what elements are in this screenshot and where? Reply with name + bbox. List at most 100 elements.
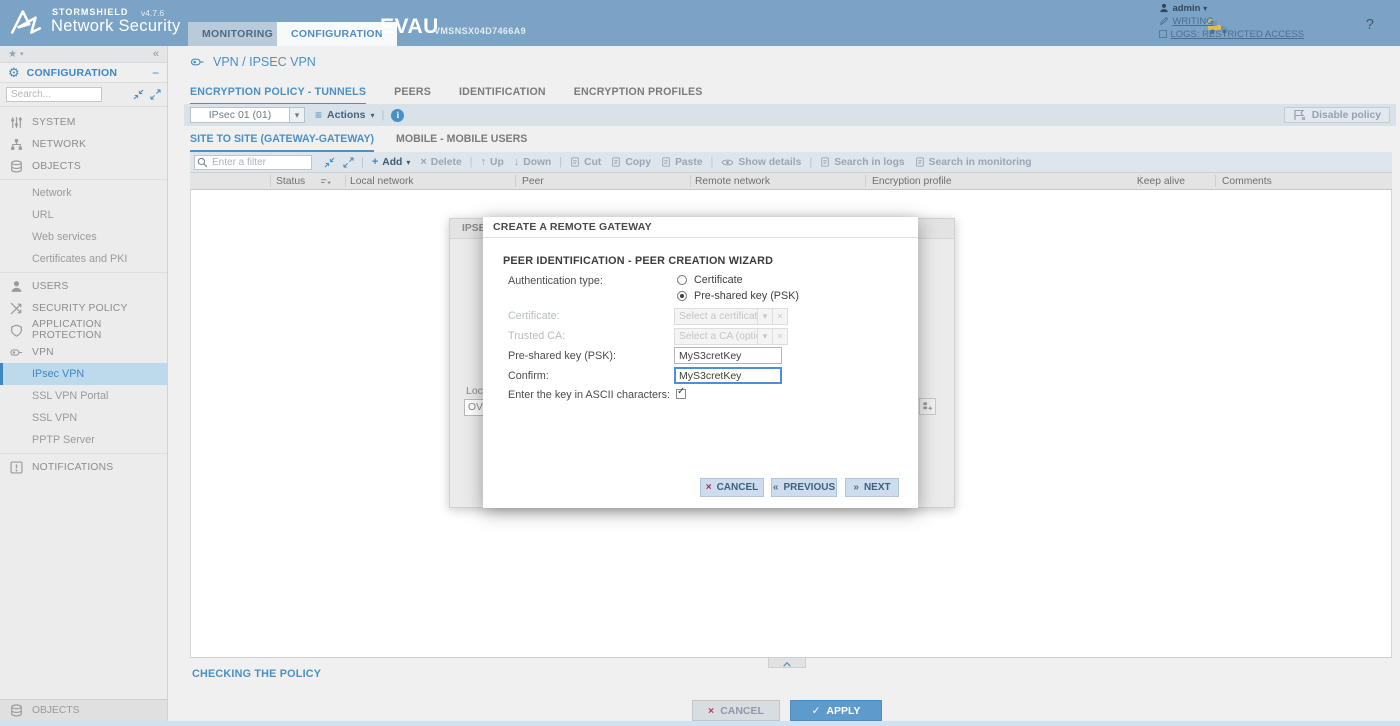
tab-identification[interactable]: IDENTIFICATION [459,86,546,105]
tab-peers[interactable]: PEERS [394,86,431,105]
radio-checked-icon[interactable] [677,291,687,301]
divider: | [470,156,473,168]
policy-selector[interactable]: IPsec 01 (01) [190,107,290,123]
info-icon[interactable]: i [391,109,404,122]
module-tabs: ENCRYPTION POLICY - TUNNELS PEERS IDENTI… [190,86,703,105]
clear-icon[interactable]: × [773,328,788,345]
col-encryption-profile[interactable]: Encryption profile [872,176,952,187]
modal-next-button[interactable]: »NEXT [845,478,899,497]
tab-site-to-site[interactable]: SITE TO SITE (GATEWAY-GATEWAY) [190,133,374,152]
cut-icon [570,157,580,167]
radio-certificate[interactable]: Certificate [677,274,743,286]
checking-policy-section[interactable]: CHECKING THE POLICY [192,668,321,680]
sidebar-item-objects[interactable]: OBJECTS [0,155,167,177]
trusted-ca-select-value[interactable]: Select a CA (optiona [674,328,758,345]
move-down-button[interactable]: ↓Down [514,156,552,168]
eye-icon [721,158,734,167]
confirm-psk-input[interactable] [674,367,782,384]
radio-pre-shared-key[interactable]: Pre-shared key (PSK) [677,290,799,302]
col-peer[interactable]: Peer [522,176,544,187]
collapse-all-icon[interactable] [133,89,144,100]
tab-configuration[interactable]: CONFIGURATION [277,22,397,46]
chevron-down-icon[interactable]: ▾ [20,50,24,58]
sidebar-item-ssl-vpn[interactable]: SSL VPN [0,407,167,429]
panel-collapse-handle[interactable] [768,658,806,668]
sidebar-item-objects-network[interactable]: Network [0,182,167,204]
sidebar-item-certificates-pki[interactable]: Certificates and PKI [0,248,167,270]
sidebar-item-web-services[interactable]: Web services [0,226,167,248]
certificate-select-value[interactable]: Select a certificate [674,308,758,325]
trusted-ca-label: Trusted CA: [508,330,565,342]
tab-encryption-policy-tunnels[interactable]: ENCRYPTION POLICY - TUNNELS [190,86,366,105]
local-network-value-fragment[interactable]: OVH [464,399,485,416]
col-local-network[interactable]: Local network [350,176,414,187]
actions-menu-button[interactable]: ≡ Actions ▾ [315,108,375,122]
expand-all-icon[interactable] [150,89,161,100]
col-remote-network[interactable]: Remote network [695,176,770,187]
collapse-section-icon[interactable]: − [152,66,159,80]
sidebar-item-url[interactable]: URL [0,204,167,226]
show-details-button[interactable]: Show details [721,157,801,168]
chevron-down-icon[interactable]: ▾ [758,308,773,325]
col-keep-alive[interactable]: Keep alive [1090,176,1185,187]
collapse-sidebar-button[interactable]: « [153,48,159,60]
clear-icon[interactable]: × [773,308,788,325]
sidebar-item-pptp-server[interactable]: PPTP Server [0,429,167,451]
col-status[interactable]: Status [276,176,305,187]
tab-mobile-users[interactable]: MOBILE - MOBILE USERS [396,133,527,152]
logs-access-link[interactable]: LOGS: RESTRICTED ACCESS [1170,29,1304,40]
sort-icon[interactable] [320,178,331,187]
collapse-rows-icon[interactable] [324,157,335,168]
object-picker-button[interactable] [919,398,936,415]
modal-previous-button[interactable]: «PREVIOUS [771,478,837,497]
objects-bottom-bar[interactable]: OBJECTS [0,699,167,721]
sidebar-search-input[interactable] [6,87,102,102]
policy-selector-caret[interactable]: ▾ [290,107,305,123]
cut-button[interactable]: Cut [570,157,601,168]
database-icon [10,160,23,173]
search-in-logs-button[interactable]: Search in logs [820,157,904,168]
divider: | [559,156,562,168]
add-button[interactable]: +Add▾ [372,156,410,168]
sidebar-item-system[interactable]: SYSTEM [0,111,167,133]
tab-encryption-profiles[interactable]: ENCRYPTION PROFILES [574,86,703,105]
appliance-name: EVAU [380,15,439,39]
search-in-monitoring-button[interactable]: Search in monitoring [915,157,1032,168]
sidebar-item-ssl-vpn-portal[interactable]: SSL VPN Portal [0,385,167,407]
copy-button[interactable]: Copy [611,157,651,168]
sidebar-item-ipsec-vpn[interactable]: IPsec VPN [0,363,167,385]
radio-icon[interactable] [677,275,687,285]
sidebar-item-security-policy[interactable]: SECURITY POLICY [0,297,167,319]
expand-rows-icon[interactable] [343,157,354,168]
apply-button[interactable]: ✓APPLY [790,700,882,721]
star-icon[interactable]: ★ [8,49,17,60]
chevron-down-icon: ▾ [371,111,375,120]
paste-button[interactable]: Paste [661,157,702,168]
chevron-down-icon[interactable]: ▾ [1203,4,1207,13]
sidebar-item-vpn[interactable]: VPN [0,341,167,363]
move-up-button[interactable]: ↑Up [481,156,504,168]
favorites-bar: ★ ▾ « [0,46,167,63]
modal-cancel-button[interactable]: ×CANCEL [700,478,764,497]
disable-policy-button[interactable]: Disable policy [1284,107,1390,123]
page-title: VPN / IPSEC VPN [213,55,316,69]
chevron-down-icon[interactable]: ▾ [758,328,773,345]
checkbox-icon [1159,30,1167,38]
sidebar-item-notifications[interactable]: NOTIFICATIONS [0,456,167,478]
col-comments[interactable]: Comments [1222,176,1272,187]
delete-button[interactable]: ×Delete [420,156,461,168]
cancel-button[interactable]: ×CANCEL [692,700,780,721]
write-mode-link[interactable]: WRITING [1172,16,1213,27]
tab-monitoring[interactable]: MONITORING [188,22,287,46]
divider: | [809,156,812,168]
user-menu[interactable]: admin [1172,3,1200,14]
ascii-checkbox[interactable]: ✓ [676,389,686,399]
sidebar-item-application-protection[interactable]: APPLICATION PROTECTION [0,319,167,341]
configuration-section-header[interactable]: ⚙ CONFIGURATION − [0,63,167,83]
help-button[interactable]: ? [1366,16,1374,33]
filter-input[interactable] [194,155,312,170]
sidebar-item-network[interactable]: NETWORK [0,133,167,155]
sidebar-item-users[interactable]: USERS [0,275,167,297]
stormshield-logo-icon [8,7,44,37]
psk-input[interactable] [674,347,782,364]
